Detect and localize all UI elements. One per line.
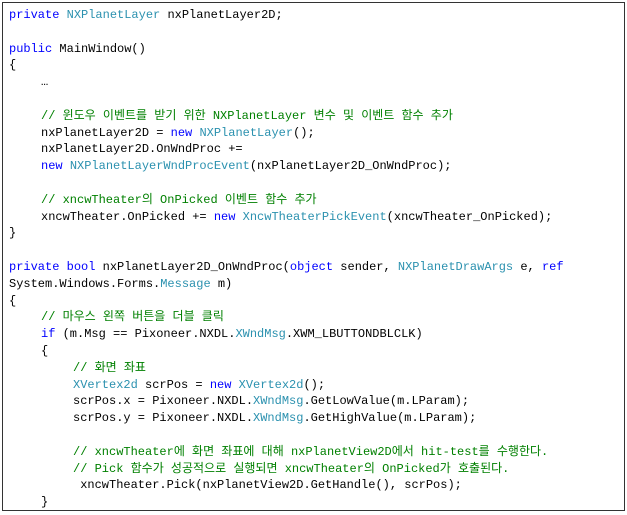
type: XWndMsg (235, 327, 285, 341)
code-line: // 마우스 왼쪽 버튼을 더블 클릭 (9, 309, 618, 326)
comment: // 마우스 왼쪽 버튼을 더블 클릭 (41, 310, 224, 324)
keyword: new (210, 378, 232, 392)
code-line: nxPlanetLayer2D = new NXPlanetLayer(); (9, 125, 618, 142)
code-line: xncwTheater.Pick(nxPlanetView2D.GetHandl… (9, 477, 618, 494)
code-line: xncwTheater.OnPicked += new XncwTheaterP… (9, 209, 618, 226)
keyword: new (41, 159, 63, 173)
code-line: nxPlanetLayer2D.OnWndProc += (9, 141, 618, 158)
comment: // Pick 함수가 성공적으로 실행되면 xncwTheater의 OnPi… (73, 462, 509, 476)
keyword: bool (67, 260, 96, 274)
blank-line (9, 24, 618, 41)
blank-line (9, 91, 618, 108)
code-line: // xncwTheater에 화면 좌표에 대해 nxPlanetView2D… (9, 444, 618, 461)
keyword: private (9, 8, 59, 22)
code-line: // xncwTheater의 OnPicked 이벤트 함수 추가 (9, 192, 618, 209)
code-line: scrPos.y = Pixoneer.NXDL.XWndMsg.GetHigh… (9, 410, 618, 427)
blank-line (9, 427, 618, 444)
type: XWndMsg (253, 394, 303, 408)
type: NXPlanetDrawArgs (398, 260, 513, 274)
keyword: new (214, 210, 236, 224)
keyword: new (171, 126, 193, 140)
code-line: new NXPlanetLayerWndProcEvent(nxPlanetLa… (9, 158, 618, 175)
type: NXPlanetLayerWndProcEvent (70, 159, 250, 173)
code-line: … (9, 74, 618, 91)
comment: // 윈도우 이벤트를 받기 위한 NXPlanetLayer 변수 및 이벤트… (41, 109, 453, 123)
code-line: private bool nxPlanetLayer2D_OnWndProc(o… (9, 259, 618, 276)
code-line: { (9, 57, 618, 74)
comment: // 화면 좌표 (73, 361, 146, 375)
code-line: // 화면 좌표 (9, 360, 618, 377)
type: XWndMsg (253, 411, 303, 425)
code-line: XVertex2d scrPos = new XVertex2d(); (9, 377, 618, 394)
blank-line (9, 242, 618, 259)
code-line: } (9, 225, 618, 242)
code-line: } (9, 494, 618, 511)
type: XncwTheaterPickEvent (243, 210, 387, 224)
code-line: public MainWindow() (9, 41, 618, 58)
code-line: { (9, 343, 618, 360)
type: NXPlanetLayer (67, 8, 161, 22)
keyword: ref (542, 260, 564, 274)
type: XVertex2d (239, 378, 304, 392)
type: Message (160, 277, 210, 291)
comment: // xncwTheater에 화면 좌표에 대해 nxPlanetView2D… (73, 445, 548, 459)
code-block: private NXPlanetLayer nxPlanetLayer2D; p… (2, 2, 625, 511)
code-line: scrPos.x = Pixoneer.NXDL.XWndMsg.GetLowV… (9, 393, 618, 410)
comment: // xncwTheater의 OnPicked 이벤트 함수 추가 (41, 193, 317, 207)
keyword: public (9, 42, 52, 56)
code-line: if (m.Msg == Pixoneer.NXDL.XWndMsg.XWM_L… (9, 326, 618, 343)
keyword: if (41, 327, 55, 341)
type: XVertex2d (73, 378, 138, 392)
code-line: // 윈도우 이벤트를 받기 위한 NXPlanetLayer 변수 및 이벤트… (9, 108, 618, 125)
blank-line (9, 175, 618, 192)
keyword: private (9, 260, 59, 274)
code-line: System.Windows.Forms.Message m) (9, 276, 618, 293)
code-line: { (9, 293, 618, 310)
type: NXPlanetLayer (199, 126, 293, 140)
code-line: // Pick 함수가 성공적으로 실행되면 xncwTheater의 OnPi… (9, 461, 618, 478)
keyword: object (290, 260, 333, 274)
code-line: private NXPlanetLayer nxPlanetLayer2D; (9, 7, 618, 24)
